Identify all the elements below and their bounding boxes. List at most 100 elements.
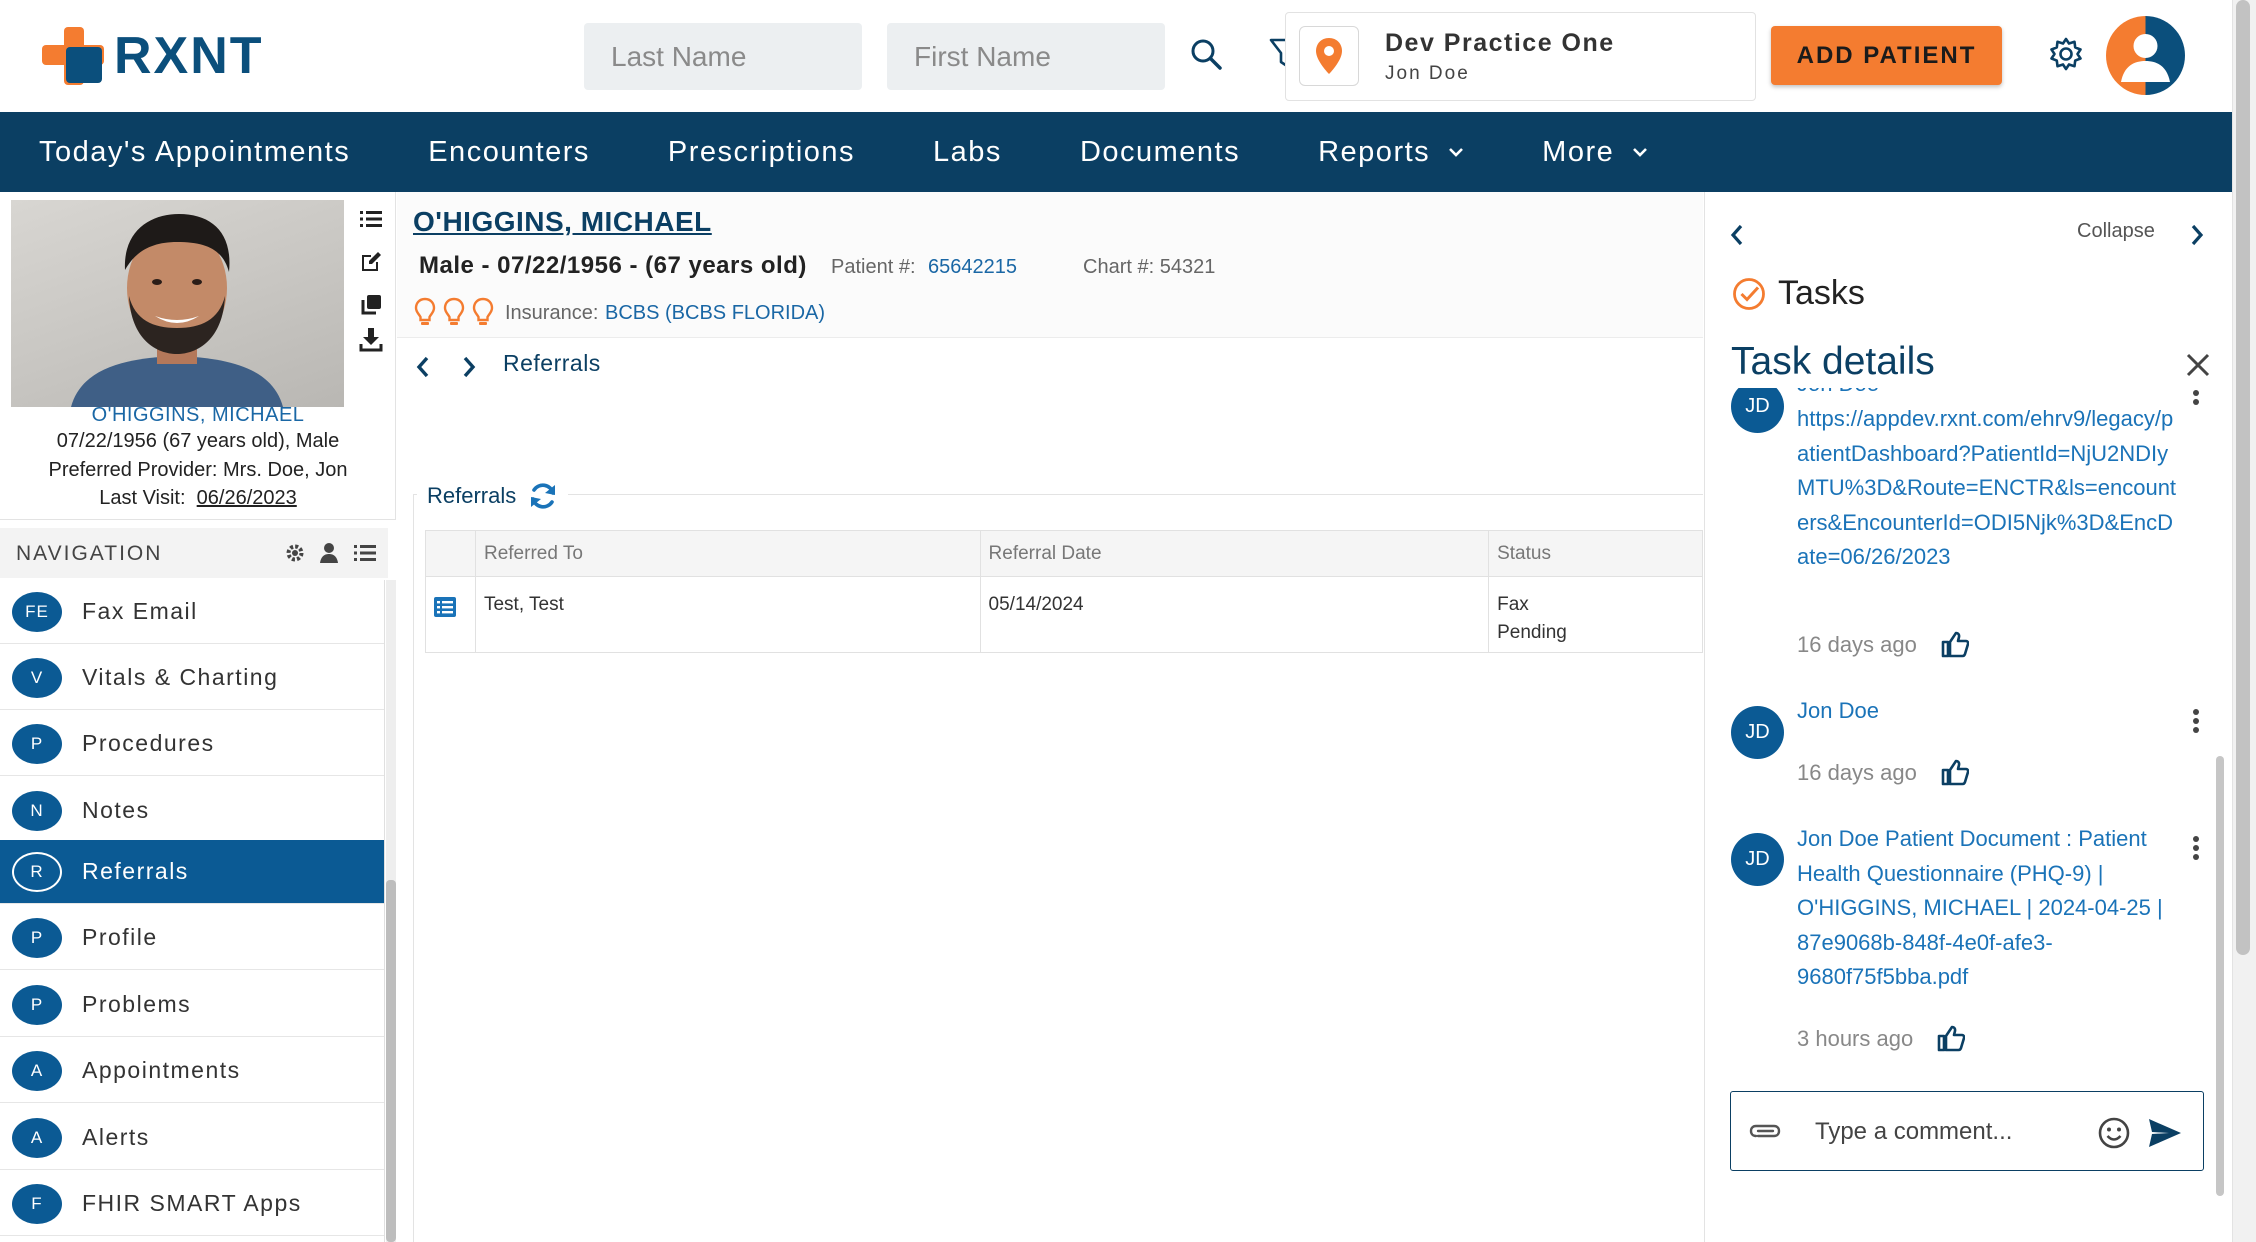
comment-time: 3 hours ago	[1797, 1026, 1914, 1051]
rxnt-logo[interactable]: RXNT	[42, 26, 264, 86]
nav-prescriptions[interactable]: Prescriptions	[629, 112, 894, 192]
side-nav-referrals[interactable]: R Referrals	[0, 840, 384, 904]
nav-reports-dropdown[interactable]: Reports	[1279, 112, 1503, 192]
thumbs-up-icon[interactable]	[1935, 1022, 1967, 1054]
nav-label: Encounters	[428, 135, 590, 168]
comment-document-link[interactable]: Jon Doe Patient Document : Patient Healt…	[1797, 822, 2177, 995]
user-avatar[interactable]	[2106, 16, 2185, 95]
comment-avatar: JD	[1731, 833, 1784, 886]
patient-number-link[interactable]: 65642215	[928, 256, 1017, 279]
thumbs-up-icon[interactable]	[1939, 756, 1971, 788]
patient-card-dob: 07/22/1956 (67 years old), Male	[56, 430, 340, 452]
nav-badge: R	[12, 852, 62, 892]
alert-bulbs[interactable]	[413, 297, 495, 327]
nav-badge: FE	[12, 592, 62, 632]
nav-badge: P	[12, 918, 62, 958]
app-header: RXNT Dev Practice One Jon Doe ADD PATIEN…	[0, 0, 2232, 112]
more-vertical-icon[interactable]	[2183, 831, 2209, 865]
search-icon[interactable]	[1186, 34, 1226, 74]
patient-card: O'HIGGINS, MICHAEL 07/22/1956 (67 years …	[0, 192, 396, 520]
last-visit-date-link[interactable]: 06/26/2023	[197, 487, 297, 509]
table-header-row: Referred To Referral Date Status	[425, 530, 1703, 577]
add-patient-button[interactable]: ADD PATIENT	[1771, 26, 2002, 85]
nav-badge: F	[12, 1184, 62, 1224]
chevron-left-icon[interactable]	[1725, 220, 1749, 250]
refresh-icon[interactable]	[528, 481, 558, 511]
comment-composer	[1730, 1091, 2204, 1171]
edit-icon[interactable]	[356, 247, 386, 277]
nav-item-label: Profile	[82, 924, 158, 950]
navigation-title: NAVIGATION	[16, 542, 163, 565]
copy-icon[interactable]	[356, 290, 386, 320]
chevron-right-icon[interactable]	[2185, 220, 2209, 250]
comment-author[interactable]: Jon Doe	[1797, 694, 2177, 729]
patient-card-last-visit: Last Visit: 06/26/2023	[0, 487, 396, 510]
download-icon[interactable]	[356, 324, 386, 354]
practice-user: Jon Doe	[1385, 63, 1470, 84]
column-header-referred-to[interactable]: Referred To	[474, 530, 981, 577]
side-nav-alerts[interactable]: A Alerts	[0, 1106, 384, 1170]
patient-card-name[interactable]: O'HIGGINS, MICHAEL	[0, 404, 396, 427]
main-content: O'HIGGINS, MICHAEL Male - 07/22/1956 - (…	[397, 192, 1703, 1242]
side-nav-fhir-smart-apps[interactable]: F FHIR SMART Apps	[0, 1172, 384, 1236]
column-header-status[interactable]: Status	[1488, 530, 1703, 577]
comment-author[interactable]: Jon Doe	[1797, 388, 2177, 398]
nav-encounters[interactable]: Encounters	[389, 112, 629, 192]
table-header-blank	[425, 530, 476, 577]
paperclip-icon[interactable]	[1747, 1116, 1783, 1146]
comment-link[interactable]: https://appdev.rxnt.com/ehrv9/legacy/pat…	[1797, 402, 2177, 575]
more-vertical-icon[interactable]	[2183, 704, 2209, 738]
task-panel-scrollbar-thumb[interactable]	[2216, 756, 2224, 1196]
insurance-link[interactable]: BCBS (BCBS FLORIDA)	[605, 302, 825, 325]
nav-item-label: Appointments	[82, 1057, 241, 1083]
table-row[interactable]: Test, Test 05/14/2024 Fax Pending	[425, 576, 1703, 653]
close-icon[interactable]	[2183, 350, 2213, 380]
lightbulb-icon[interactable]	[413, 297, 437, 327]
chevron-left-icon[interactable]	[411, 352, 435, 382]
side-nav-notes[interactable]: N Notes	[0, 779, 384, 843]
practice-selector[interactable]: Dev Practice One Jon Doe	[1285, 12, 1756, 101]
nav-person-icon[interactable]	[316, 540, 342, 566]
nav-label: Prescriptions	[667, 135, 856, 168]
patient-demographics: Male - 07/22/1956 - (67 years old)	[419, 252, 807, 279]
column-header-referral-date[interactable]: Referral Date	[979, 530, 1490, 577]
nav-item-label: Notes	[82, 797, 150, 823]
first-name-search-input[interactable]	[887, 23, 1165, 90]
thumbs-up-icon[interactable]	[1939, 628, 1971, 660]
navigation-list: FE Fax Email V Vitals & Charting P Proce…	[0, 580, 385, 1242]
chevron-right-icon[interactable]	[457, 352, 481, 382]
collapse-button[interactable]: Collapse	[2077, 220, 2155, 243]
patient-number-label: Patient #:	[831, 256, 916, 278]
side-nav-vitals-charting[interactable]: V Vitals & Charting	[0, 646, 384, 710]
nav-todays-appointments[interactable]: Today's Appointments	[0, 112, 389, 192]
side-nav-fax-email[interactable]: FE Fax Email	[0, 580, 384, 644]
side-nav-profile[interactable]: P Profile	[0, 906, 384, 970]
send-icon[interactable]	[2145, 1114, 2185, 1152]
nav-labs[interactable]: Labs	[894, 112, 1041, 192]
patient-name-link[interactable]: O'HIGGINS, MICHAEL	[413, 206, 712, 238]
nav-documents[interactable]: Documents	[1041, 112, 1279, 192]
patient-header: O'HIGGINS, MICHAEL Male - 07/22/1956 - (…	[397, 192, 1703, 338]
nav-label: Today's Appointments	[39, 135, 351, 168]
logo-text: RXNT	[114, 27, 264, 85]
details-list-icon[interactable]	[434, 597, 456, 626]
nav-more-dropdown[interactable]: More	[1503, 112, 1687, 192]
nav-label: Labs	[933, 135, 1002, 168]
lightbulb-icon[interactable]	[471, 297, 495, 327]
navigation-scrollbar-thumb[interactable]	[386, 880, 396, 1242]
nav-settings-gear-icon[interactable]	[282, 540, 308, 566]
comment-input[interactable]	[1815, 1112, 2085, 1152]
more-vertical-icon[interactable]	[2183, 388, 2209, 410]
side-nav-procedures[interactable]: P Procedures	[0, 712, 384, 776]
list-view-icon[interactable]	[356, 204, 386, 234]
page-scrollbar-thumb[interactable]	[2236, 0, 2250, 955]
patient-photo	[11, 200, 344, 407]
emoji-icon[interactable]	[2095, 1114, 2133, 1152]
side-nav-problems[interactable]: P Problems	[0, 973, 384, 1037]
nav-list-icon[interactable]	[352, 540, 378, 566]
lightbulb-icon[interactable]	[442, 297, 466, 327]
status-cell: Fax Pending	[1488, 576, 1703, 653]
last-name-search-input[interactable]	[584, 23, 862, 90]
settings-gear-icon[interactable]	[2046, 34, 2086, 74]
side-nav-appointments[interactable]: A Appointments	[0, 1039, 384, 1103]
